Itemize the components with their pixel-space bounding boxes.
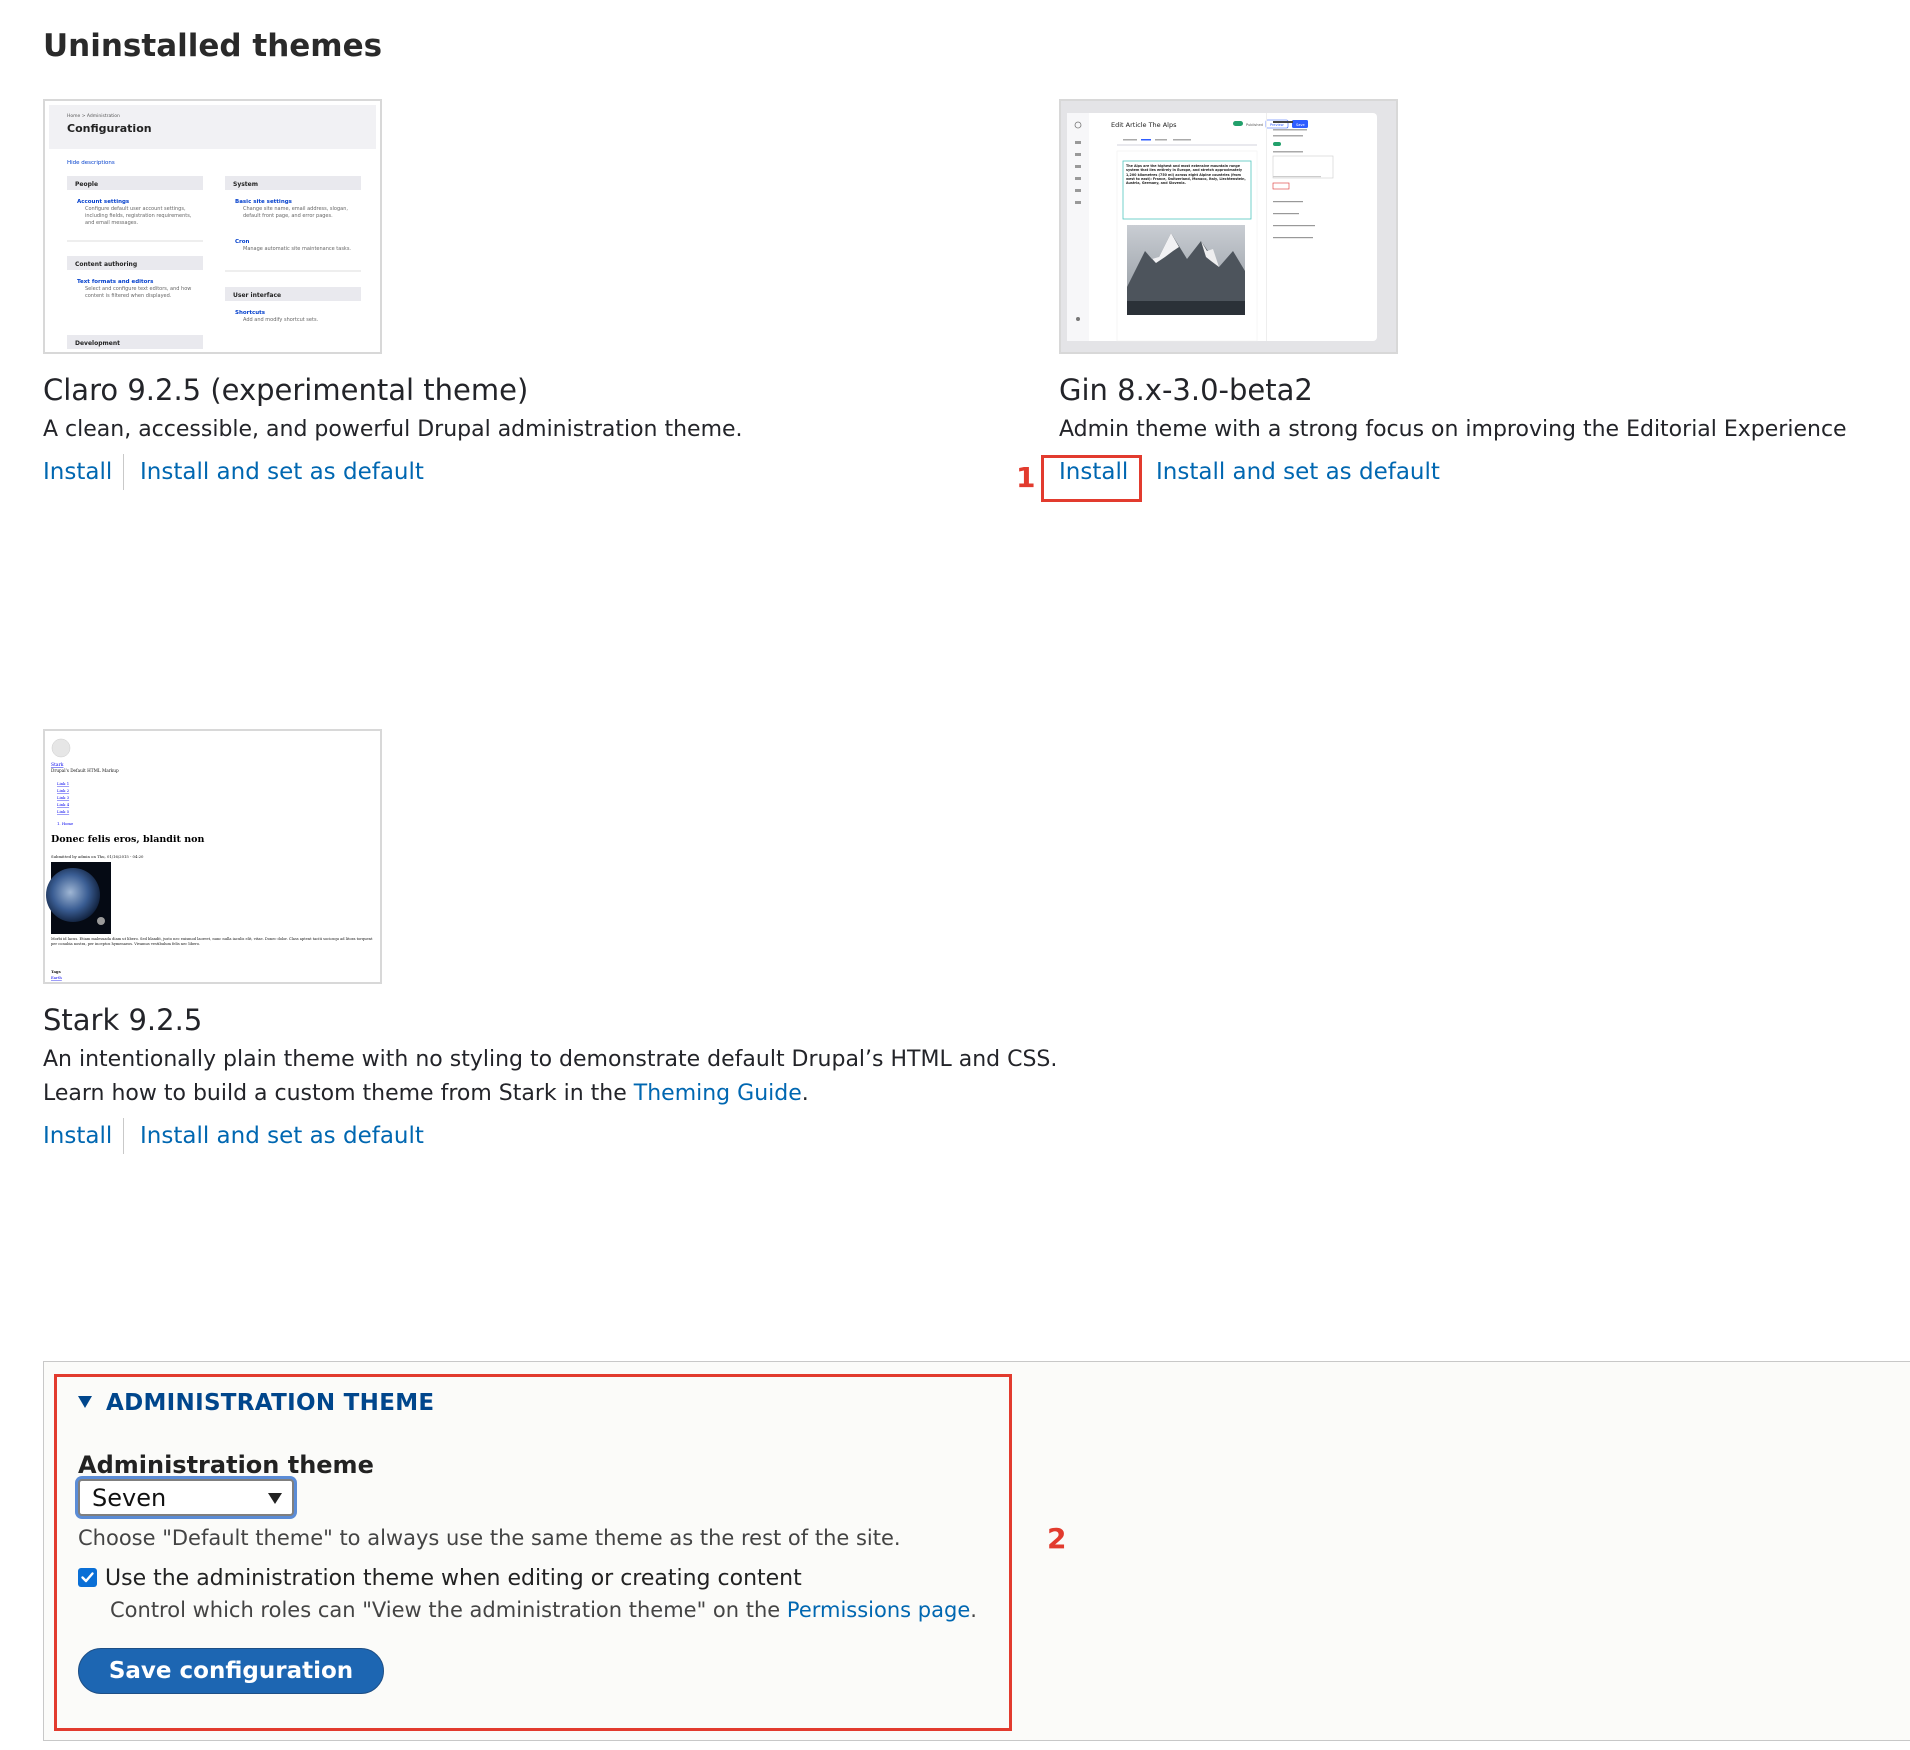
theme-title: Gin 8.x-3.0-beta2 (1059, 373, 1313, 407)
theme-description: An intentionally plain theme with no sty… (43, 1043, 1057, 1111)
claro-cron: Cron (235, 239, 250, 245)
annotation-number-2: 2 (1047, 1522, 1067, 1555)
claro-text-formats: Text formats and editors (77, 279, 154, 285)
claro-cron-desc: Manage automatic site maintenance tasks. (243, 246, 352, 252)
claro-screenshot-art: Home > Administration Configuration Hide… (45, 101, 380, 352)
operation-divider (123, 1118, 124, 1154)
stark-screenshot-art: Stark Drupal's Default HTML Markup Link … (45, 731, 380, 982)
operation-divider (123, 454, 124, 490)
claro-breadcrumb: Home > Administration (67, 113, 120, 119)
install-link[interactable]: Install (43, 459, 112, 485)
stark-link: Link 1 (57, 781, 69, 786)
theme-stark: Stark Drupal's Default HTML Markup Link … (43, 729, 1143, 1169)
theme-title: Stark 9.2.5 (43, 1003, 203, 1037)
claro-text-formats-desc: Select and configure text editors, and h… (85, 286, 192, 299)
install-link[interactable]: Install (43, 1123, 112, 1149)
gin-screenshot-art: Edit Article The Alps Published Preview … (1061, 101, 1396, 352)
page-heading: Uninstalled themes (43, 28, 383, 64)
stark-link: Link 4 (57, 802, 70, 807)
theme-description-line: Learn how to build a custom theme from S… (43, 1077, 1057, 1111)
gin-save: Save (1296, 123, 1305, 127)
stark-screenshot: Stark Drupal's Default HTML Markup Link … (43, 729, 382, 984)
stark-link: Link 5 (57, 809, 70, 814)
theme-gin: Edit Article The Alps Published Preview … (1059, 99, 1899, 499)
stark-tags: Tags (51, 969, 61, 974)
gin-published: Published (1246, 123, 1263, 127)
stark-article-title: Donec felis eros, blandit non (51, 834, 204, 845)
gin-preview: Preview (1270, 123, 1284, 127)
theme-claro: Home > Administration Configuration Hide… (43, 99, 943, 499)
claro-user-interface: User interface (233, 292, 281, 299)
claro-account: Account settings (77, 199, 130, 205)
theme-title: Claro 9.2.5 (experimental theme) (43, 373, 529, 407)
stark-tag: Earth (51, 975, 62, 980)
annotation-box-1 (1041, 455, 1142, 502)
claro-system: System (233, 181, 258, 188)
stark-breadcrumb: 1. Home (57, 821, 74, 826)
theme-description: Admin theme with a strong focus on impro… (1059, 417, 1847, 442)
claro-account-desc: Configure default user account settings,… (85, 206, 192, 226)
description-text: . (801, 1081, 809, 1106)
theme-description-line: An intentionally plain theme with no sty… (43, 1047, 1058, 1072)
stark-link: Link 2 (57, 788, 70, 793)
claro-people: People (75, 181, 98, 188)
install-and-set-default-link[interactable]: Install and set as default (140, 459, 424, 485)
gin-edit-title: Edit Article The Alps (1111, 121, 1177, 129)
install-and-set-default-link[interactable]: Install and set as default (1156, 459, 1440, 485)
claro-shortcuts: Shortcuts (235, 310, 266, 316)
stark-slogan: Drupal's Default HTML Markup (51, 768, 119, 773)
annotation-box-2 (54, 1374, 1012, 1731)
stark-body: Morbi id lacus. Etiam malesuada diam ut … (51, 937, 373, 946)
theme-description: A clean, accessible, and powerful Drupal… (43, 417, 743, 442)
theming-guide-link[interactable]: Theming Guide (634, 1081, 802, 1106)
claro-hide-link: Hide descriptions (67, 160, 115, 166)
claro-shortcuts-desc: Add and modify shortcut sets. (243, 317, 319, 323)
annotation-number-1: 1 (1016, 461, 1036, 494)
install-and-set-default-link[interactable]: Install and set as default (140, 1123, 424, 1149)
claro-development: Development (75, 340, 120, 347)
claro-basic-site-desc: Change site name, email address, slogan,… (243, 206, 348, 219)
stark-link: Link 3 (57, 795, 70, 800)
claro-content-authoring: Content authoring (75, 261, 137, 268)
gin-screenshot: Edit Article The Alps Published Preview … (1059, 99, 1398, 354)
claro-screenshot: Home > Administration Configuration Hide… (43, 99, 382, 354)
gin-body-text: The Alps are the highest and most extens… (1126, 164, 1246, 186)
claro-basic-site: Basic site settings (235, 199, 293, 205)
claro-config-title: Configuration (67, 122, 152, 135)
description-text: Learn how to build a custom theme from S… (43, 1081, 634, 1106)
stark-submitted: Submitted by admin on Thu, 01/16/2015 - … (51, 854, 144, 859)
